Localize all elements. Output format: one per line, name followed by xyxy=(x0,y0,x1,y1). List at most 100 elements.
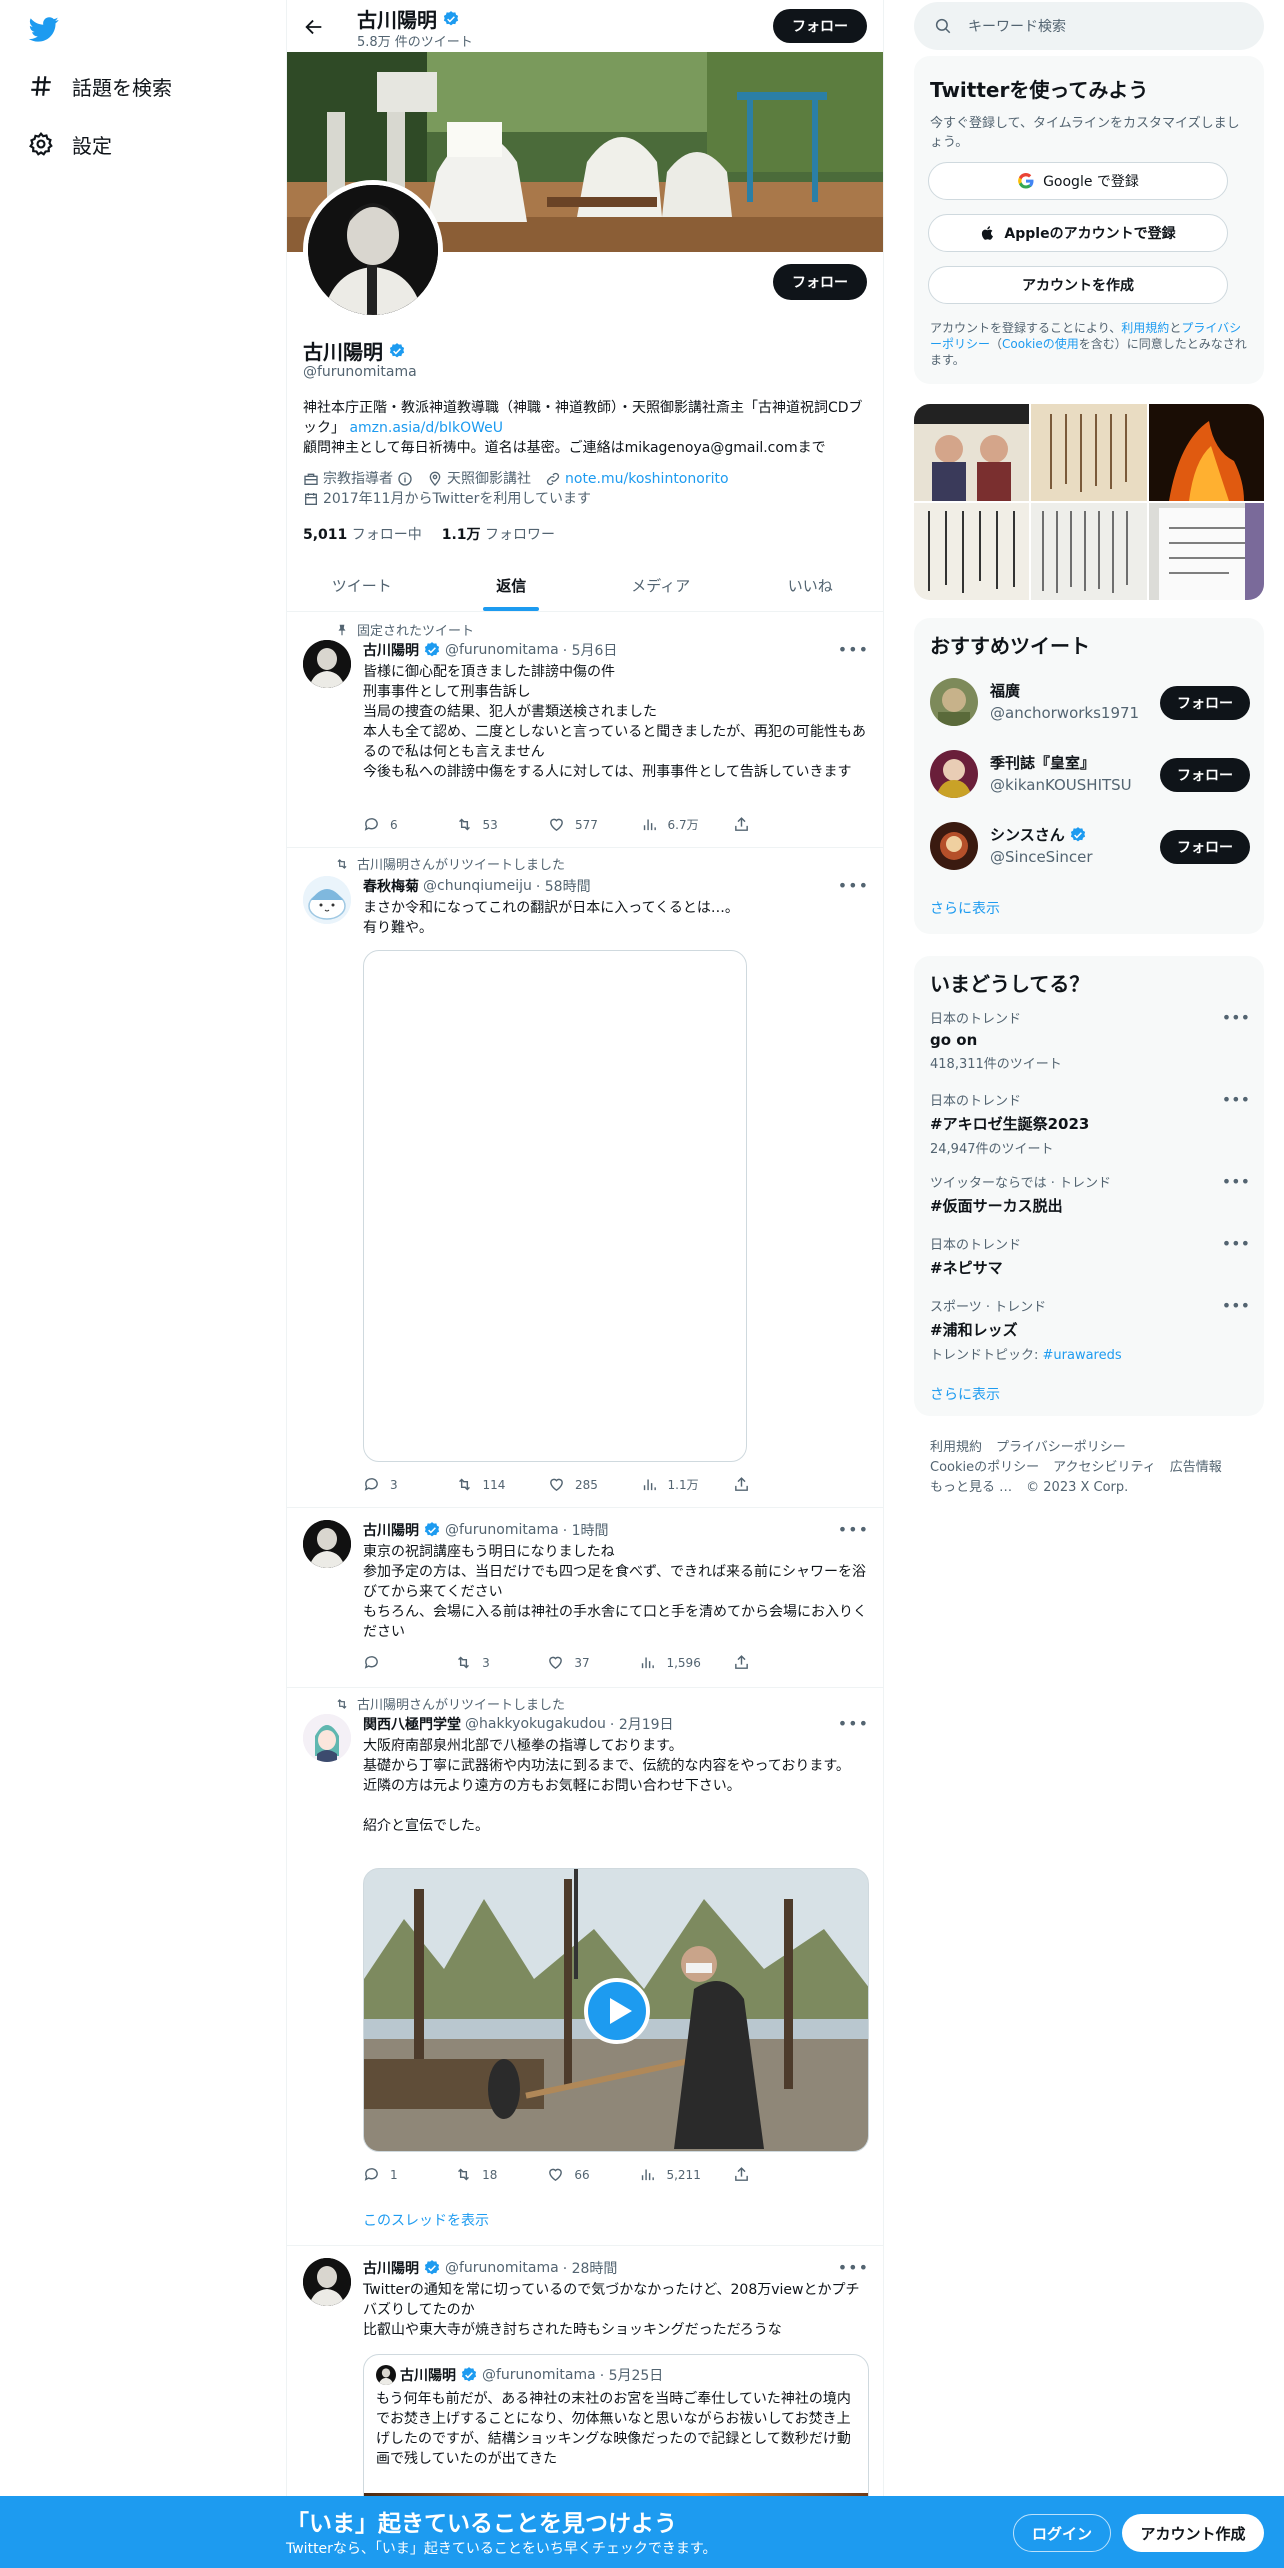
share-button[interactable] xyxy=(733,1654,793,1671)
tab-replies[interactable]: 返信 xyxy=(437,560,587,611)
footer-link[interactable]: プライバシーポリシー xyxy=(996,1440,1126,1455)
avatar[interactable] xyxy=(303,1520,351,1568)
avatar[interactable] xyxy=(930,750,978,798)
nav-explore[interactable]: 話題を検索 xyxy=(28,66,172,106)
media-thumb[interactable] xyxy=(1031,503,1147,600)
recommend-show-more[interactable]: さらに表示 xyxy=(930,898,1000,918)
more-options-icon[interactable]: ••• xyxy=(838,1520,869,1539)
share-button[interactable] xyxy=(733,1476,793,1493)
views-button[interactable]: 1.1万 xyxy=(641,1476,701,1493)
profile-follow-button[interactable]: フォロー xyxy=(773,264,867,300)
tweet[interactable]: 古川陽明さんがリツイートしました 関西八極門学堂 @hakkyokugakudo… xyxy=(287,1688,883,2246)
share-button[interactable] xyxy=(733,816,793,833)
retweet-button[interactable]: 3 xyxy=(455,1654,515,1671)
share-button[interactable] xyxy=(733,2166,793,2183)
header-follow-button[interactable]: フォロー xyxy=(773,9,867,43)
recommended-user[interactable]: 福廣 @anchorworks1971 フォロー xyxy=(930,676,1250,728)
views-button[interactable]: 1,596 xyxy=(639,1654,701,1671)
more-options-icon[interactable]: ••• xyxy=(838,876,869,895)
like-button[interactable]: 66 xyxy=(547,2166,607,2183)
tweet-author-handle[interactable]: @furunomitama xyxy=(445,1522,559,1538)
back-arrow-icon[interactable] xyxy=(303,16,325,38)
more-options-icon[interactable]: ••• xyxy=(838,2258,869,2277)
show-thread-link[interactable]: このスレッドを表示 xyxy=(363,2210,489,2230)
tweet-author-handle[interactable]: @hakkyokugakudou xyxy=(465,1716,606,1732)
reply-button[interactable] xyxy=(363,1654,423,1671)
avatar[interactable] xyxy=(303,876,351,924)
reply-button[interactable]: 1 xyxy=(363,2166,423,2183)
reply-button[interactable]: 3 xyxy=(363,1476,423,1493)
tweet-time[interactable]: · 2月19日 xyxy=(610,1714,674,1734)
like-button[interactable]: 37 xyxy=(547,1654,607,1671)
tweet-author-handle[interactable]: @chunqiumeiju xyxy=(423,878,532,894)
retweet-button[interactable]: 114 xyxy=(456,1476,516,1493)
more-options-icon[interactable]: ••• xyxy=(1222,1090,1250,1109)
terms-link[interactable]: 利用規約 xyxy=(1121,321,1169,335)
tweet-author-name[interactable]: 古川陽明 xyxy=(363,2258,419,2278)
tweet-author-name[interactable]: 古川陽明 xyxy=(363,640,419,660)
avatar[interactable] xyxy=(303,1714,351,1762)
follow-button[interactable]: フォロー xyxy=(1160,686,1250,720)
retweet-button[interactable]: 53 xyxy=(456,816,516,833)
tweet[interactable]: 固定されたツイート 古川陽明 @furunomitama · 5月6日 ••• … xyxy=(287,612,883,848)
twitter-logo-icon[interactable] xyxy=(28,14,60,44)
footer-link[interactable]: 広告情報 xyxy=(1170,1460,1222,1475)
trend-item[interactable]: ツイッターならでは · トレンド #仮面サーカス脱出 ••• xyxy=(930,1172,1250,1216)
footer-link[interactable]: 利用規約 xyxy=(930,1440,982,1455)
bio-link[interactable]: amzn.asia/d/bIkOWeU xyxy=(349,420,503,436)
media-thumb[interactable] xyxy=(914,503,1030,600)
tweet-author-handle[interactable]: @furunomitama xyxy=(445,2260,559,2276)
search-box[interactable]: キーワード検索 xyxy=(914,2,1264,50)
footer-link[interactable]: もっと見る … xyxy=(930,1480,1012,1495)
trends-show-more[interactable]: さらに表示 xyxy=(930,1384,1000,1404)
media-thumb[interactable] xyxy=(1148,404,1264,501)
tweet-author-handle[interactable]: @furunomitama xyxy=(445,642,559,658)
more-options-icon[interactable]: ••• xyxy=(1222,1234,1250,1253)
recommended-user[interactable]: 季刊誌『皇室』 @kikanKOUSHITSU フォロー xyxy=(930,748,1250,800)
media-thumb[interactable] xyxy=(914,404,1030,501)
tweet[interactable]: 古川陽明 @furunomitama · 28時間 ••• Twitterの通知… xyxy=(287,2246,883,2500)
footer-link[interactable]: アクセシビリティ xyxy=(1053,1460,1156,1475)
quoted-tweet[interactable]: 古川陽明 @furunomitama · 5月25日 もう何年も前だが、ある神社… xyxy=(363,2354,869,2500)
avatar[interactable] xyxy=(303,2258,351,2306)
footer-link[interactable]: Cookieのポリシー xyxy=(930,1460,1039,1475)
reply-button[interactable]: 6 xyxy=(363,816,423,833)
more-options-icon[interactable]: ••• xyxy=(838,1714,869,1733)
tweet-author-name[interactable]: 関西八極門学堂 xyxy=(363,1714,461,1734)
tweet-author-name[interactable]: 古川陽明 xyxy=(363,1520,419,1540)
profile-website-link[interactable]: note.mu/koshintonorito xyxy=(565,469,729,489)
apple-signup-button[interactable]: Appleのアカウントで登録 xyxy=(928,214,1228,252)
followers-link[interactable]: 1.1万 フォロワー xyxy=(442,524,555,544)
views-button[interactable]: 6.7万 xyxy=(641,816,701,833)
info-icon[interactable] xyxy=(397,471,413,487)
more-options-icon[interactable]: ••• xyxy=(1222,1008,1250,1027)
like-button[interactable]: 285 xyxy=(548,1476,608,1493)
create-account-button[interactable]: アカウントを作成 xyxy=(928,266,1228,304)
retweet-button[interactable]: 18 xyxy=(455,2166,515,2183)
avatar[interactable] xyxy=(930,822,978,870)
tab-likes[interactable]: いいね xyxy=(736,560,884,611)
tweet-time[interactable]: · 5月6日 xyxy=(563,640,618,660)
profile-avatar[interactable] xyxy=(303,180,443,320)
play-button-icon[interactable] xyxy=(584,1978,650,2044)
tweet-time[interactable]: · 58時間 xyxy=(536,876,591,896)
tweet-time[interactable]: · 28時間 xyxy=(563,2258,618,2278)
tweet-author-name[interactable]: 春秋梅菊 xyxy=(363,876,419,896)
trend-item[interactable]: スポーツ · トレンド #浦和レッズ トレンドトピック: #urawareds … xyxy=(930,1296,1250,1363)
tab-media[interactable]: メディア xyxy=(586,560,736,611)
tab-tweets[interactable]: ツイート xyxy=(287,560,437,611)
media-thumb[interactable] xyxy=(1148,503,1264,600)
more-options-icon[interactable]: ••• xyxy=(1222,1296,1250,1315)
following-link[interactable]: 5,011 フォロー中 xyxy=(303,524,422,544)
avatar[interactable] xyxy=(930,678,978,726)
follow-button[interactable]: フォロー xyxy=(1160,830,1250,864)
trend-item[interactable]: 日本のトレンド go on 418,311件のツイート ••• xyxy=(930,1008,1250,1072)
tweet-time[interactable]: · 1時間 xyxy=(563,1520,609,1540)
trend-item[interactable]: 日本のトレンド #アキロゼ生誕祭2023 24,947件のツイート ••• xyxy=(930,1090,1250,1157)
google-signup-button[interactable]: Google で登録 xyxy=(928,162,1228,200)
media-thumb[interactable] xyxy=(1031,404,1147,501)
tweet-media-placeholder[interactable] xyxy=(363,950,747,1462)
tweet[interactable]: 古川陽明 @furunomitama · 1時間 ••• 東京の祝詞講座もう明日… xyxy=(287,1508,883,1688)
signup-button[interactable]: アカウント作成 xyxy=(1122,2514,1264,2552)
avatar[interactable] xyxy=(303,640,351,688)
